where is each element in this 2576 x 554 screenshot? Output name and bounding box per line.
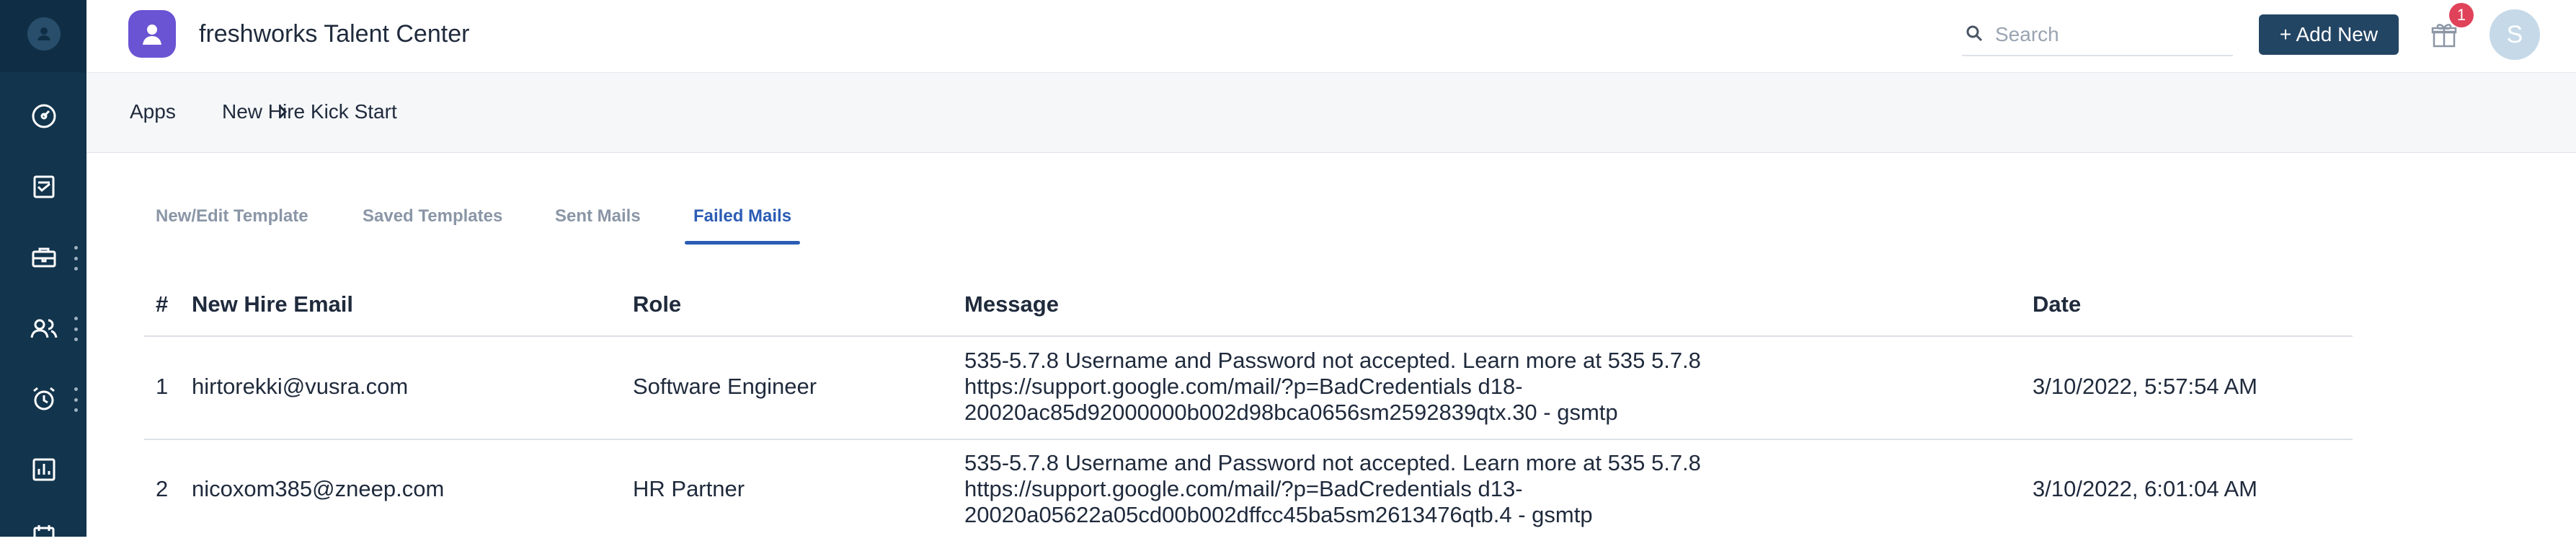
user-icon[interactable] (27, 17, 61, 50)
calendar-icon[interactable] (26, 518, 62, 554)
breadcrumb: Apps New Hire Kick Start (86, 73, 2576, 153)
rail-header (0, 0, 86, 72)
row-divider (144, 439, 2353, 440)
error-message: 535-5.7.8 Username and Password not acce… (964, 450, 1757, 528)
dashboard-icon[interactable] (26, 98, 62, 134)
freshworks-logo-icon[interactable] (128, 10, 176, 58)
left-nav-rail (0, 0, 86, 547)
header-divider (144, 335, 2353, 337)
row-number: 2 (156, 476, 169, 501)
sent-date: 3/10/2022, 6:01:04 AM (2033, 476, 2257, 501)
more-menu-icon[interactable] (72, 317, 79, 341)
tab-saved-templates[interactable]: Saved Templates (363, 206, 502, 227)
app-title: freshworks Talent Center (199, 20, 470, 48)
breadcrumb-current: New Hire Kick Start (222, 100, 397, 123)
more-menu-icon[interactable] (72, 246, 79, 271)
new-hire-email: nicoxom385@zneep.com (192, 476, 445, 501)
more-menu-icon[interactable] (72, 387, 79, 412)
inbox-icon[interactable] (26, 169, 62, 205)
error-message-line: 20020a05622a05cd00b002dffcc45ba5sm261347… (964, 502, 1593, 527)
error-message-line: https://support.google.com/mail/?p=BadCr… (964, 476, 1523, 501)
error-message-line: 20020ac85d92000000b002d98bca0656sm259283… (964, 400, 1618, 425)
column-header-message: Message (964, 291, 1059, 317)
column-header-number: # (156, 291, 169, 317)
tab-sent-mails[interactable]: Sent Mails (555, 206, 641, 227)
error-message-line: 535-5.7.8 Username and Password not acce… (964, 348, 1701, 373)
column-header-role: Role (633, 291, 682, 317)
sent-date: 3/10/2022, 5:57:54 AM (2033, 374, 2257, 399)
error-message: 535-5.7.8 Username and Password not acce… (964, 348, 1757, 426)
tab-failed-mails[interactable]: Failed Mails (693, 206, 791, 227)
tab-new-edit-template[interactable]: New/Edit Template (156, 206, 308, 227)
people-icon[interactable] (26, 310, 62, 346)
search-box[interactable] (1962, 14, 2233, 56)
top-header: freshworks Talent Center + Add New 1 S (86, 0, 2576, 73)
column-header-email: New Hire Email (192, 291, 353, 317)
briefcase-icon[interactable] (26, 239, 62, 276)
notification-badge: 1 (2449, 3, 2474, 27)
alarm-clock-icon[interactable] (26, 381, 62, 417)
breadcrumb-apps[interactable]: Apps (130, 100, 176, 123)
role: Software Engineer (633, 374, 817, 399)
error-message-line: 535-5.7.8 Username and Password not acce… (964, 450, 1701, 475)
row-number: 1 (156, 374, 169, 399)
avatar[interactable]: S (2490, 9, 2540, 60)
active-tab-indicator (685, 241, 800, 245)
role: HR Partner (633, 476, 745, 501)
search-icon (1962, 24, 1984, 46)
search-input[interactable] (1994, 22, 2227, 47)
reports-icon[interactable] (26, 452, 62, 488)
new-hire-email: hirtorekki@vusra.com (192, 374, 409, 399)
column-header-date: Date (2033, 291, 2082, 317)
add-new-button[interactable]: + Add New (2259, 14, 2399, 55)
error-message-line: https://support.google.com/mail/?p=BadCr… (964, 374, 1523, 399)
